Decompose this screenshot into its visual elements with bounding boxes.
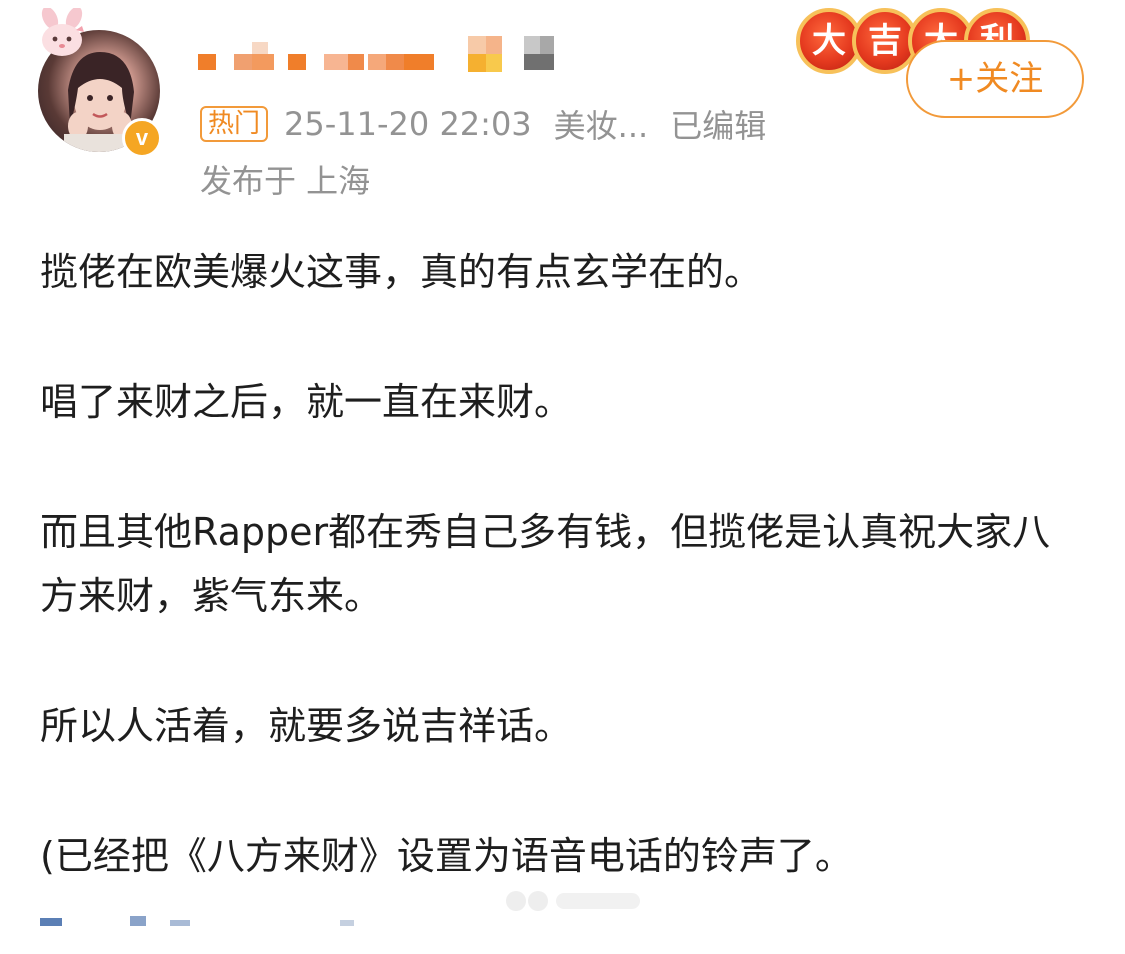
post-location: 发布于 上海 [200,162,371,200]
post-paragraph: 揽佬在欧美爆火这事，真的有点玄学在的。 [40,250,763,294]
post-paragraph: 唱了来财之后，就一直在来财。 [40,380,573,424]
mosaic-block [368,54,386,70]
mosaic-block [324,54,348,70]
mosaic-block [540,36,554,54]
mosaic-block [468,54,486,72]
verified-badge: v [122,118,162,158]
rabbit-pendant-icon [41,8,84,56]
mosaic-block [404,54,434,70]
hot-badge: 热门 [200,106,269,142]
post-paragraph: 所以人活着，就要多说吉祥话。 [40,704,573,748]
mosaic-block [252,54,274,70]
watermark-icon [506,891,640,911]
mosaic-block [234,54,252,70]
next-line-fragment [40,916,354,926]
post-paragraph: (已经把《八方来财》设置为语音电话的铃声了。 [40,834,853,878]
avatar-container[interactable]: v [38,8,162,158]
mosaic-block [524,54,554,70]
post-paragraph: 而且其他Rapper都在秀自己多有钱，但揽佬是认真祝大家八方来财，紫气东来。 [40,510,1051,618]
post-timestamp: 25-11-20 22:03 [284,105,532,143]
username-mosaic[interactable] [198,36,558,76]
post-body: 揽佬在欧美爆火这事，真的有点玄学在的。 唱了来财之后，就一直在来财。 而且其他R… [40,240,1090,954]
mosaic-block [198,54,216,70]
mosaic-block [288,54,306,70]
post-category[interactable]: 美妆... [554,101,649,147]
follow-button[interactable]: +关注 [906,40,1084,118]
mosaic-block [468,36,486,54]
edited-label[interactable]: 已编辑 [670,101,766,147]
mosaic-block [486,54,502,72]
mosaic-block [348,54,364,70]
mosaic-block [386,54,404,70]
mosaic-block [486,36,502,54]
post-meta: 热门 25-11-20 22:03 美妆... 已编辑 [200,101,766,147]
mosaic-block [524,36,540,54]
